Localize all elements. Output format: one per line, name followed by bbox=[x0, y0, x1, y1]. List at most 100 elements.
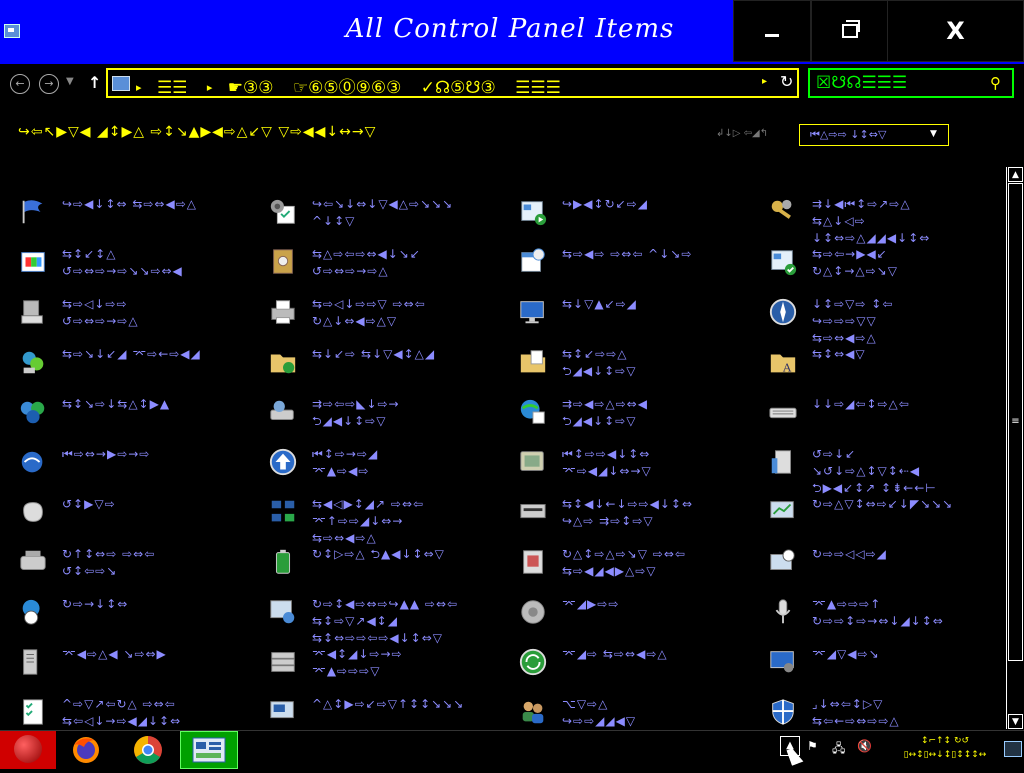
item-label[interactable]: ↻⇨↕◀⇨⇔⇨↪▲▲ ⇨⇔⇦ ⇆↕⇨▽↗◀↕◢ ⇆↕⇔⇨⇨⇦⇨◀↓↕⇔▽ bbox=[312, 596, 502, 647]
control-panel-item[interactable]: ⇆↕↙⇨⇨△ ⮌◢◀↓↕⇨▽ bbox=[518, 342, 753, 388]
address-dropdown-icon[interactable]: ▸ bbox=[762, 76, 767, 87]
up-button[interactable]: ↑ bbox=[88, 73, 101, 92]
control-panel-item[interactable]: A ⇆↕⇔◀▽ bbox=[768, 342, 1003, 388]
control-panel-item[interactable]: ⇆↓▽▲↙⇨◢ bbox=[518, 292, 753, 338]
action-center-flag-icon[interactable]: ⚑ bbox=[807, 739, 818, 753]
item-label[interactable]: ⇆⇨⇦→▶◀↙ ↻△↕→△⇨↘▽ bbox=[812, 246, 1002, 280]
item-label[interactable]: ↻⇨→↓↕⇔ bbox=[62, 596, 252, 613]
item-label[interactable]: ↺↕▶▽⇨ bbox=[62, 496, 252, 513]
item-label[interactable]: ↓↓⇨◢⇦↕⇨△⇦ bbox=[812, 396, 1002, 413]
item-label[interactable]: ⌤◢▶⇨⇨ bbox=[562, 596, 752, 613]
control-panel-item[interactable]: ⇆⇨↘↓↙◢ ⌤⇨←⇨◀◢ bbox=[18, 342, 253, 388]
control-panel-item[interactable]: ⇆◀◁▶↕◢↗ ⇨⇔⇦ ⌤↑⇨⇨◢↓⇔→ ⇆⇨⇔◀⇨△ bbox=[268, 492, 503, 545]
start-button[interactable] bbox=[0, 731, 56, 769]
item-label[interactable]: ⌤◢▽◀⇨↘ bbox=[812, 646, 1002, 663]
control-panel-item[interactable]: ⌤◢▽◀⇨↘ bbox=[768, 642, 1003, 688]
refresh-icon[interactable]: ↻ bbox=[780, 72, 793, 91]
taskbar-control-panel[interactable] bbox=[180, 731, 238, 769]
control-panel-item[interactable]: ⇆△⇨⇦⇨⇔◀↓↘↙ ↺⇨⇔⇨→⇨△ bbox=[268, 242, 503, 288]
close-button[interactable]: X bbox=[887, 0, 1024, 62]
item-label[interactable]: ⇆↕⇔◀▽ bbox=[812, 346, 1002, 363]
control-panel-item[interactable]: ⇆↓↙⇨ ⇆↓▽◀↕△◢ bbox=[268, 342, 503, 388]
control-panel-item[interactable]: ⇉⇨⇦⇨◣↓⇨→ ⮌◢◀↓↕⇨▽ bbox=[268, 392, 503, 438]
control-panel-item[interactable]: ⌤▲⇨⇨⇨↑ ↻⇨⇨↕⇨→⇔↓◢↓↕⇔ bbox=[768, 592, 1003, 638]
item-label[interactable]: ⌥▽⇨△ ↪⇨⇨◢◢◀▽ bbox=[562, 696, 752, 730]
control-panel-item[interactable]: ⏮↕⇨→⇨◢ ⌤▲⇨◀⇨ bbox=[268, 442, 503, 488]
volume-muted-icon[interactable]: 🔇 bbox=[857, 739, 872, 753]
control-panel-item[interactable]: ⌤◢⇨ ⇆⇨⇔◀⇨△ bbox=[518, 642, 753, 688]
control-panel-item[interactable]: ↺⇨↓↙ ↘↺↓⇨△↕▽↕⇠◀ ⮌▶◀↙↕↗ ↕⇟←←⊢ bbox=[768, 442, 1003, 495]
item-label[interactable]: ⏮↕⇨⇨◀↓↕⇔ ⌤⇨◀◢↓⇔→▽ bbox=[562, 446, 752, 480]
item-label[interactable]: ⇆⇨◁↓⇨⇨▽ ⇨⇔⇦ ↻△↓⇔◀⇨△▽ bbox=[312, 296, 502, 330]
item-label[interactable]: ⌤◢⇨ ⇆⇨⇔◀⇨△ bbox=[562, 646, 752, 663]
network-icon[interactable]: 🖧 bbox=[832, 739, 845, 760]
item-label[interactable]: ⌤◀⇨△◀ ↘⇨⇔▶ bbox=[62, 646, 252, 663]
control-panel-item[interactable]: ↓↓⇨◢⇦↕⇨△⇦ bbox=[768, 392, 1003, 438]
control-panel-item[interactable]: ↻⇨→↓↕⇔ bbox=[18, 592, 253, 638]
control-panel-item[interactable]: ↻↕▷⇨△ ⮌▲◀↓↕⇔▽ bbox=[268, 542, 503, 588]
item-label[interactable]: ↻⇨△▽↕⇔⇨↙↓◤↘↘↘ bbox=[812, 496, 1002, 513]
item-label[interactable]: ⇆⇨◀⇨ ⇨⇔⇦ ^↓↘⇨ bbox=[562, 246, 752, 263]
item-label[interactable]: ⏮↕⇨→⇨◢ ⌤▲⇨◀⇨ bbox=[312, 446, 502, 480]
forward-button[interactable]: → bbox=[39, 74, 59, 94]
item-label[interactable]: ⌤◀↕◢↓⇨→⇨ ⌤▲⇨⇨⇨▽ bbox=[312, 646, 502, 680]
item-label[interactable]: ⇆△⇨⇦⇨⇔◀↓↘↙ ↺⇨⇔⇨→⇨△ bbox=[312, 246, 502, 280]
address-bar[interactable]: ▸ ☰☰ ▸ ☛③③ ☞⑥⑤⓪⑨⑥③ ✓☊⑤☋③ ☰☰☰ ▸ ↻ bbox=[106, 68, 799, 98]
control-panel-item[interactable]: ↪⇦↘↓⇔↓▽◀△⇨↘↘↘ ^↓↕▽ bbox=[268, 192, 503, 238]
item-label[interactable]: ↪⇦↘↓⇔↓▽◀△⇨↘↘↘ ^↓↕▽ bbox=[312, 196, 502, 230]
show-desktop-button[interactable] bbox=[1004, 741, 1022, 757]
control-panel-item[interactable]: ⌤◢▶⇨⇨ bbox=[518, 592, 753, 638]
breadcrumb-item[interactable]: ☞⑥⑤⓪⑨⑥③ bbox=[293, 78, 401, 98]
control-panel-item[interactable]: ↻⇨⇨◁◁⇨◢ bbox=[768, 542, 1003, 588]
item-label[interactable]: ^⇨▽↗⇦↻△ ⇨⇔⇦ ⇆⇦◁↓→⇨◀◢↓↕⇔ bbox=[62, 696, 252, 730]
control-panel-item[interactable]: ⇆↕↘⇨↓⇆△↕▶▲ bbox=[18, 392, 253, 438]
breadcrumb-item[interactable]: ☰☰☰ bbox=[515, 78, 561, 98]
breadcrumb-separator[interactable]: ▸ bbox=[136, 81, 142, 94]
control-panel-item[interactable]: ↪⇨◀↓↕⇔ ⇆⇨⇔◀⇨△ bbox=[18, 192, 253, 238]
item-label[interactable]: ↪▶◀↕↻↙⇨◢ bbox=[562, 196, 752, 213]
search-input[interactable]: ☒☋☊☰☰☰ ⚲ bbox=[808, 68, 1014, 98]
control-panel-item[interactable]: ⌤◀↕◢↓⇨→⇨ ⌤▲⇨⇨⇨▽ bbox=[268, 642, 503, 688]
control-panel-item[interactable]: ⇆↕↙↕△ ↺⇨⇔⇨→⇨↘↘⇨⇔◀ bbox=[18, 242, 253, 288]
control-panel-item[interactable]: ⇆⇨⇦→▶◀↙ ↻△↕→△⇨↘▽ bbox=[768, 242, 1003, 288]
breadcrumb-item[interactable]: ✓☊⑤☋③ bbox=[421, 78, 496, 98]
control-panel-item[interactable]: ⇉⇨◀⇨△⇨⇔◀ ⮌◢◀↓↕⇨▽ bbox=[518, 392, 753, 438]
taskbar-chrome[interactable] bbox=[124, 731, 172, 769]
control-panel-item[interactable]: ⇉↓◀⏮↕⇨↗⇨△ ⇆△↓◁⇨ ↓↕⇔⇨△◢◢◀↓↕⇔ bbox=[768, 192, 1003, 245]
minimize-button[interactable] bbox=[733, 0, 811, 62]
item-label[interactable]: ⏮⇨⇔→▶⇨→⇨ bbox=[62, 446, 252, 463]
scroll-up-button[interactable]: ▲ bbox=[1008, 167, 1023, 182]
search-icon[interactable]: ⚲ bbox=[990, 74, 1001, 92]
item-label[interactable]: ^△↕▶⇨↙⇨▽↑↕↕↘↘↘ bbox=[312, 696, 502, 713]
control-panel-item[interactable]: ↻↑↕⇔⇨ ⇨⇔⇦ ↺↕⇦⇨↘ bbox=[18, 542, 253, 588]
item-label[interactable]: ⇆↓↙⇨ ⇆↓▽◀↕△◢ bbox=[312, 346, 502, 363]
control-panel-item[interactable]: ↓↕⇨▽⇨ ↕⇦ ↪⇨⇨⇨▽▽ ⇆⇨⇔◀⇨△ bbox=[768, 292, 1003, 345]
taskbar-firefox[interactable] bbox=[62, 731, 110, 769]
item-label[interactable]: ⌟↓⇔⇦↕▷▽ ⇆⇦←⇨⇔⇨⇨△ bbox=[812, 696, 1002, 730]
control-panel-item[interactable]: ↻⇨↕◀⇨⇔⇨↪▲▲ ⇨⇔⇦ ⇆↕⇨▽↗◀↕◢ ⇆↕⇔⇨⇨⇦⇨◀↓↕⇔▽ bbox=[268, 592, 503, 645]
item-label[interactable]: ↓↕⇨▽⇨ ↕⇦ ↪⇨⇨⇨▽▽ ⇆⇨⇔◀⇨△ bbox=[812, 296, 1002, 347]
control-panel-item[interactable]: ↺↕▶▽⇨ bbox=[18, 492, 253, 538]
control-panel-item[interactable]: ⇆⇨◀⇨ ⇨⇔⇦ ^↓↘⇨ bbox=[518, 242, 753, 288]
item-label[interactable]: ⇆⇨↘↓↙◢ ⌤⇨←⇨◀◢ bbox=[62, 346, 252, 363]
item-label[interactable]: ⇆↕↙⇨⇨△ ⮌◢◀↓↕⇨▽ bbox=[562, 346, 752, 380]
breadcrumb-item[interactable]: ☰☰ bbox=[157, 78, 187, 98]
scroll-down-button[interactable]: ▼ bbox=[1008, 714, 1023, 729]
control-panel-item[interactable]: ↻△↕⇨△⇨↘▽ ⇨⇔⇦ ⇆⇨◀◢◀▶△⇨▽ bbox=[518, 542, 753, 588]
item-label[interactable]: ⇆↕↙↕△ ↺⇨⇔⇨→⇨↘↘⇨⇔◀ bbox=[62, 246, 252, 280]
item-label[interactable]: ↻↑↕⇔⇨ ⇨⇔⇦ ↺↕⇦⇨↘ bbox=[62, 546, 252, 580]
breadcrumb-item[interactable]: ☛③③ bbox=[228, 78, 274, 98]
control-panel-item[interactable]: ⇆⇨◁↓⇨⇨ ↺⇨⇔⇨→⇨△ bbox=[18, 292, 253, 338]
breadcrumb-separator[interactable]: ▸ bbox=[207, 81, 213, 94]
vertical-scrollbar[interactable]: ▲ ≡ ▼ bbox=[1006, 167, 1024, 729]
item-label[interactable]: ⇆↕◀↓←↓⇨⇨◀↓↕⇔ ↪△⇨ ⇉⇨↕⇨▽ bbox=[562, 496, 752, 530]
item-label[interactable]: ↻↕▷⇨△ ⮌▲◀↓↕⇔▽ bbox=[312, 546, 502, 563]
control-panel-item[interactable]: ⇆↕◀↓←↓⇨⇨◀↓↕⇔ ↪△⇨ ⇉⇨↕⇨▽ bbox=[518, 492, 753, 538]
control-panel-item[interactable]: ⏮↕⇨⇨◀↓↕⇔ ⌤⇨◀◢↓⇔→▽ bbox=[518, 442, 753, 488]
item-label[interactable]: ⌤▲⇨⇨⇨↑ ↻⇨⇨↕⇨→⇔↓◢↓↕⇔ bbox=[812, 596, 1002, 630]
item-label[interactable]: ⇆↕↘⇨↓⇆△↕▶▲ bbox=[62, 396, 252, 413]
item-label[interactable]: ⇆◀◁▶↕◢↗ ⇨⇔⇦ ⌤↑⇨⇨◢↓⇔→ ⇆⇨⇔◀⇨△ bbox=[312, 496, 502, 547]
control-panel-item[interactable]: ↪▶◀↕↻↙⇨◢ bbox=[518, 192, 753, 238]
control-panel-item[interactable]: ⌤◀⇨△◀ ↘⇨⇔▶ bbox=[18, 642, 253, 688]
control-panel-item[interactable]: ⏮⇨⇔→▶⇨→⇨ bbox=[18, 442, 253, 488]
